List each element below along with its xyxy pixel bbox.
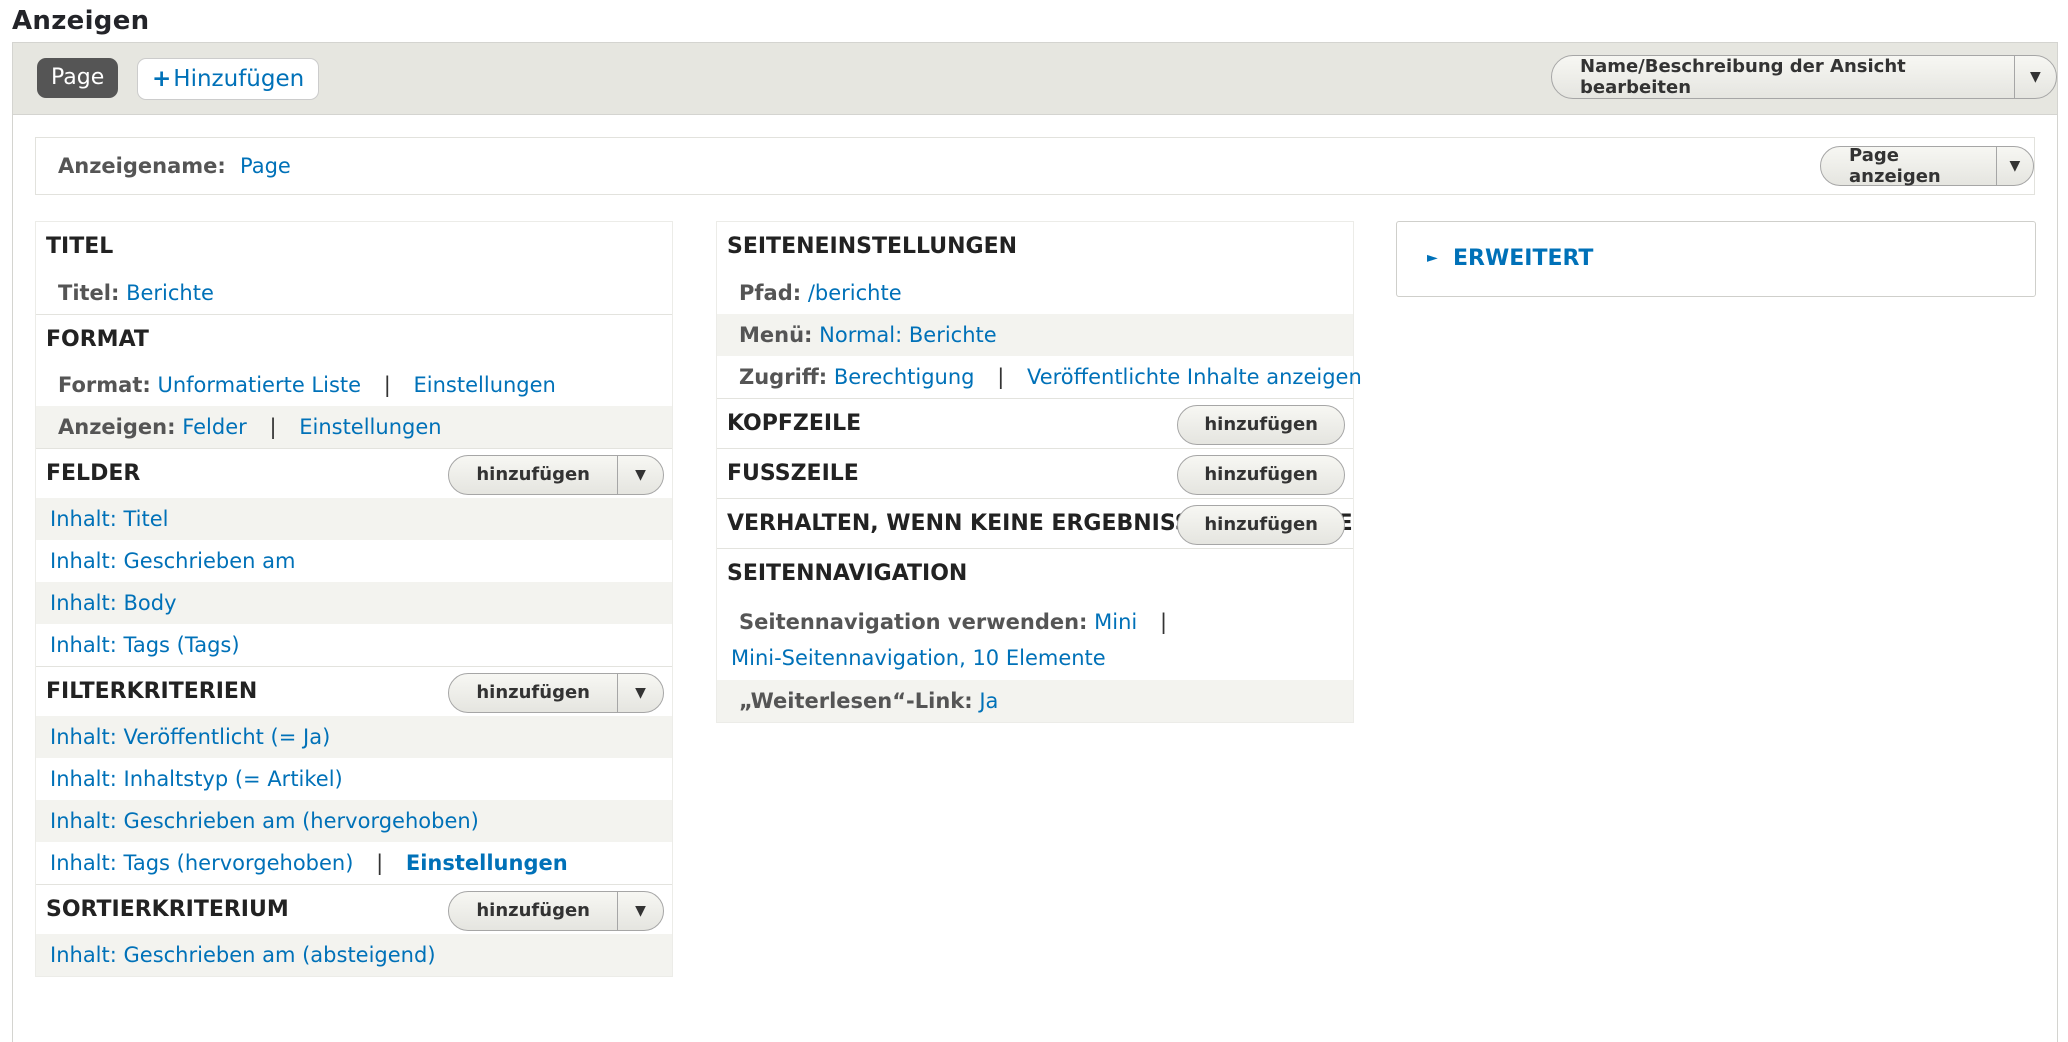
filter-add-dropbutton: hinzufügen ▼ [448, 673, 664, 713]
show-settings-link[interactable]: Einstellungen [299, 415, 441, 439]
section-footer-heading: FUSSZEILE hinzufügen [717, 448, 1353, 498]
format-label: Format: [58, 373, 151, 397]
chevron-down-icon[interactable]: ▼ [1995, 147, 2033, 185]
more-link-row: „Weiterlesen“-Link: Ja [717, 680, 1353, 722]
pager-label: Seitennavigation verwenden: [739, 610, 1088, 634]
plus-icon: + [152, 66, 172, 92]
advanced-details-toggle[interactable]: ► ERWEITERT [1396, 221, 2036, 297]
sort-add-button[interactable]: hinzufügen [449, 892, 617, 930]
title-row: Titel: Berichte [36, 272, 672, 314]
list-item[interactable]: Inhalt: Titel [36, 498, 672, 540]
section-fields-heading: FELDER hinzufügen ▼ [36, 448, 672, 498]
section-filter-heading: FILTERKRITERIEN hinzufügen ▼ [36, 666, 672, 716]
pager-row: Seitennavigation verwenden: Mini | Mini-… [717, 598, 1353, 680]
list-item[interactable]: Inhalt: Veröffentlicht (= Ja) [36, 716, 672, 758]
display-name-bar: Anzeigename: Page Page anzeigen ▼ [35, 137, 2035, 195]
access-extra-link[interactable]: Veröffentlichte Inhalte anzeigen [1027, 365, 1362, 389]
path-label: Pfad: [739, 281, 802, 305]
separator: | [269, 415, 277, 439]
pager-link[interactable]: Mini [1094, 610, 1137, 634]
list-item[interactable]: Inhalt: Geschrieben am (hervorgehoben) [36, 800, 672, 842]
filter-tags-link[interactable]: Inhalt: Tags (hervorgehoben) [50, 851, 353, 875]
view-display-panel: Page +Hinzufügen Name/Beschreibung der A… [12, 42, 2058, 1042]
advanced-label: ERWEITERT [1453, 246, 1594, 271]
path-link[interactable]: /berichte [808, 281, 902, 305]
more-link-label: „Weiterlesen“-Link: [739, 689, 973, 713]
chevron-down-icon[interactable]: ▼ [2013, 56, 2056, 98]
access-row: Zugriff: Berechtigung | Veröffentlichte … [717, 356, 1362, 398]
fields-add-dropbutton: hinzufügen ▼ [448, 455, 664, 495]
footer-add-button[interactable]: hinzufügen [1177, 455, 1345, 495]
edit-view-name-dropbutton: Name/Beschreibung der Ansicht bearbeiten… [1551, 55, 2057, 99]
list-item: Inhalt: Tags (hervorgehoben) | Einstellu… [36, 842, 672, 884]
menu-row: Menü: Normal: Berichte [717, 314, 1353, 356]
section-pager-heading: SEITENNAVIGATION [717, 548, 1353, 598]
header-add-button[interactable]: hinzufügen [1177, 405, 1345, 445]
separator: | [383, 373, 391, 397]
section-title-heading: TITEL [46, 234, 114, 259]
show-page-button[interactable]: Page anzeigen [1821, 145, 1996, 187]
list-item[interactable]: Inhalt: Geschrieben am [36, 540, 672, 582]
show-link[interactable]: Felder [182, 415, 247, 439]
tab-page[interactable]: Page [37, 58, 119, 98]
filter-add-button[interactable]: hinzufügen [449, 674, 617, 712]
access-link[interactable]: Berechtigung [834, 365, 975, 389]
title-label: Titel: [58, 281, 120, 305]
section-format-heading: FORMAT [36, 314, 672, 364]
path-row: Pfad: /berichte [717, 272, 1353, 314]
chevron-down-icon[interactable]: ▼ [617, 674, 663, 712]
display-name-label: Anzeigename: [58, 154, 226, 178]
page-title: Anzeigen [12, 6, 150, 36]
chevron-down-icon[interactable]: ▼ [617, 456, 663, 494]
show-page-dropbutton: Page anzeigen ▼ [1820, 145, 2034, 187]
triangle-right-icon: ► [1427, 250, 1438, 266]
add-display-button[interactable]: +Hinzufügen [137, 58, 320, 100]
section-no-results-heading: VERHALTEN, WENN KEINE ERGEBNISSE VORHAND… [717, 498, 1353, 548]
display-tab-bar: Page +Hinzufügen Name/Beschreibung der A… [13, 43, 2057, 115]
list-item[interactable]: Inhalt: Body [36, 582, 672, 624]
format-settings-link[interactable]: Einstellungen [414, 373, 556, 397]
display-name-link[interactable]: Page [240, 154, 291, 178]
filter-settings-link[interactable]: Einstellungen [406, 851, 568, 875]
chevron-down-icon[interactable]: ▼ [617, 892, 663, 930]
list-item[interactable]: Inhalt: Geschrieben am (absteigend) [36, 934, 672, 976]
pager-detail-link[interactable]: Mini-Seitennavigation, 10 Elemente [731, 646, 1106, 670]
section-header-heading: KOPFZEILE hinzufügen [717, 398, 1353, 448]
edit-view-name-button[interactable]: Name/Beschreibung der Ansicht bearbeiten [1552, 56, 2014, 98]
section-page-settings-heading: SEITENEINSTELLUNGEN [727, 234, 1018, 259]
list-item[interactable]: Inhalt: Inhaltstyp (= Artikel) [36, 758, 672, 800]
show-label: Anzeigen: [58, 415, 176, 439]
list-item[interactable]: Inhalt: Tags (Tags) [36, 624, 672, 666]
menu-label: Menü: [739, 323, 813, 347]
no-results-add-button[interactable]: hinzufügen [1177, 505, 1345, 545]
show-row: Anzeigen: Felder | Einstellungen [36, 406, 672, 448]
menu-link[interactable]: Normal: Berichte [819, 323, 997, 347]
separator: | [997, 365, 1005, 389]
format-link[interactable]: Unformatierte Liste [157, 373, 361, 397]
sort-add-dropbutton: hinzufügen ▼ [448, 891, 664, 931]
format-row: Format: Unformatierte Liste | Einstellun… [36, 364, 672, 406]
column-page-settings: SEITENEINSTELLUNGEN Pfad: /berichte Menü… [716, 221, 1362, 723]
fields-add-button[interactable]: hinzufügen [449, 456, 617, 494]
more-link-value[interactable]: Ja [979, 689, 998, 713]
add-display-label: Hinzufügen [173, 66, 305, 92]
separator: | [376, 851, 384, 875]
separator: | [1159, 610, 1168, 634]
access-label: Zugriff: [739, 365, 828, 389]
column-main: TITEL Titel: Berichte FORMAT Format: Unf… [35, 221, 673, 977]
section-sort-heading: SORTIERKRITERIUM hinzufügen ▼ [36, 884, 672, 934]
title-link[interactable]: Berichte [126, 281, 214, 305]
